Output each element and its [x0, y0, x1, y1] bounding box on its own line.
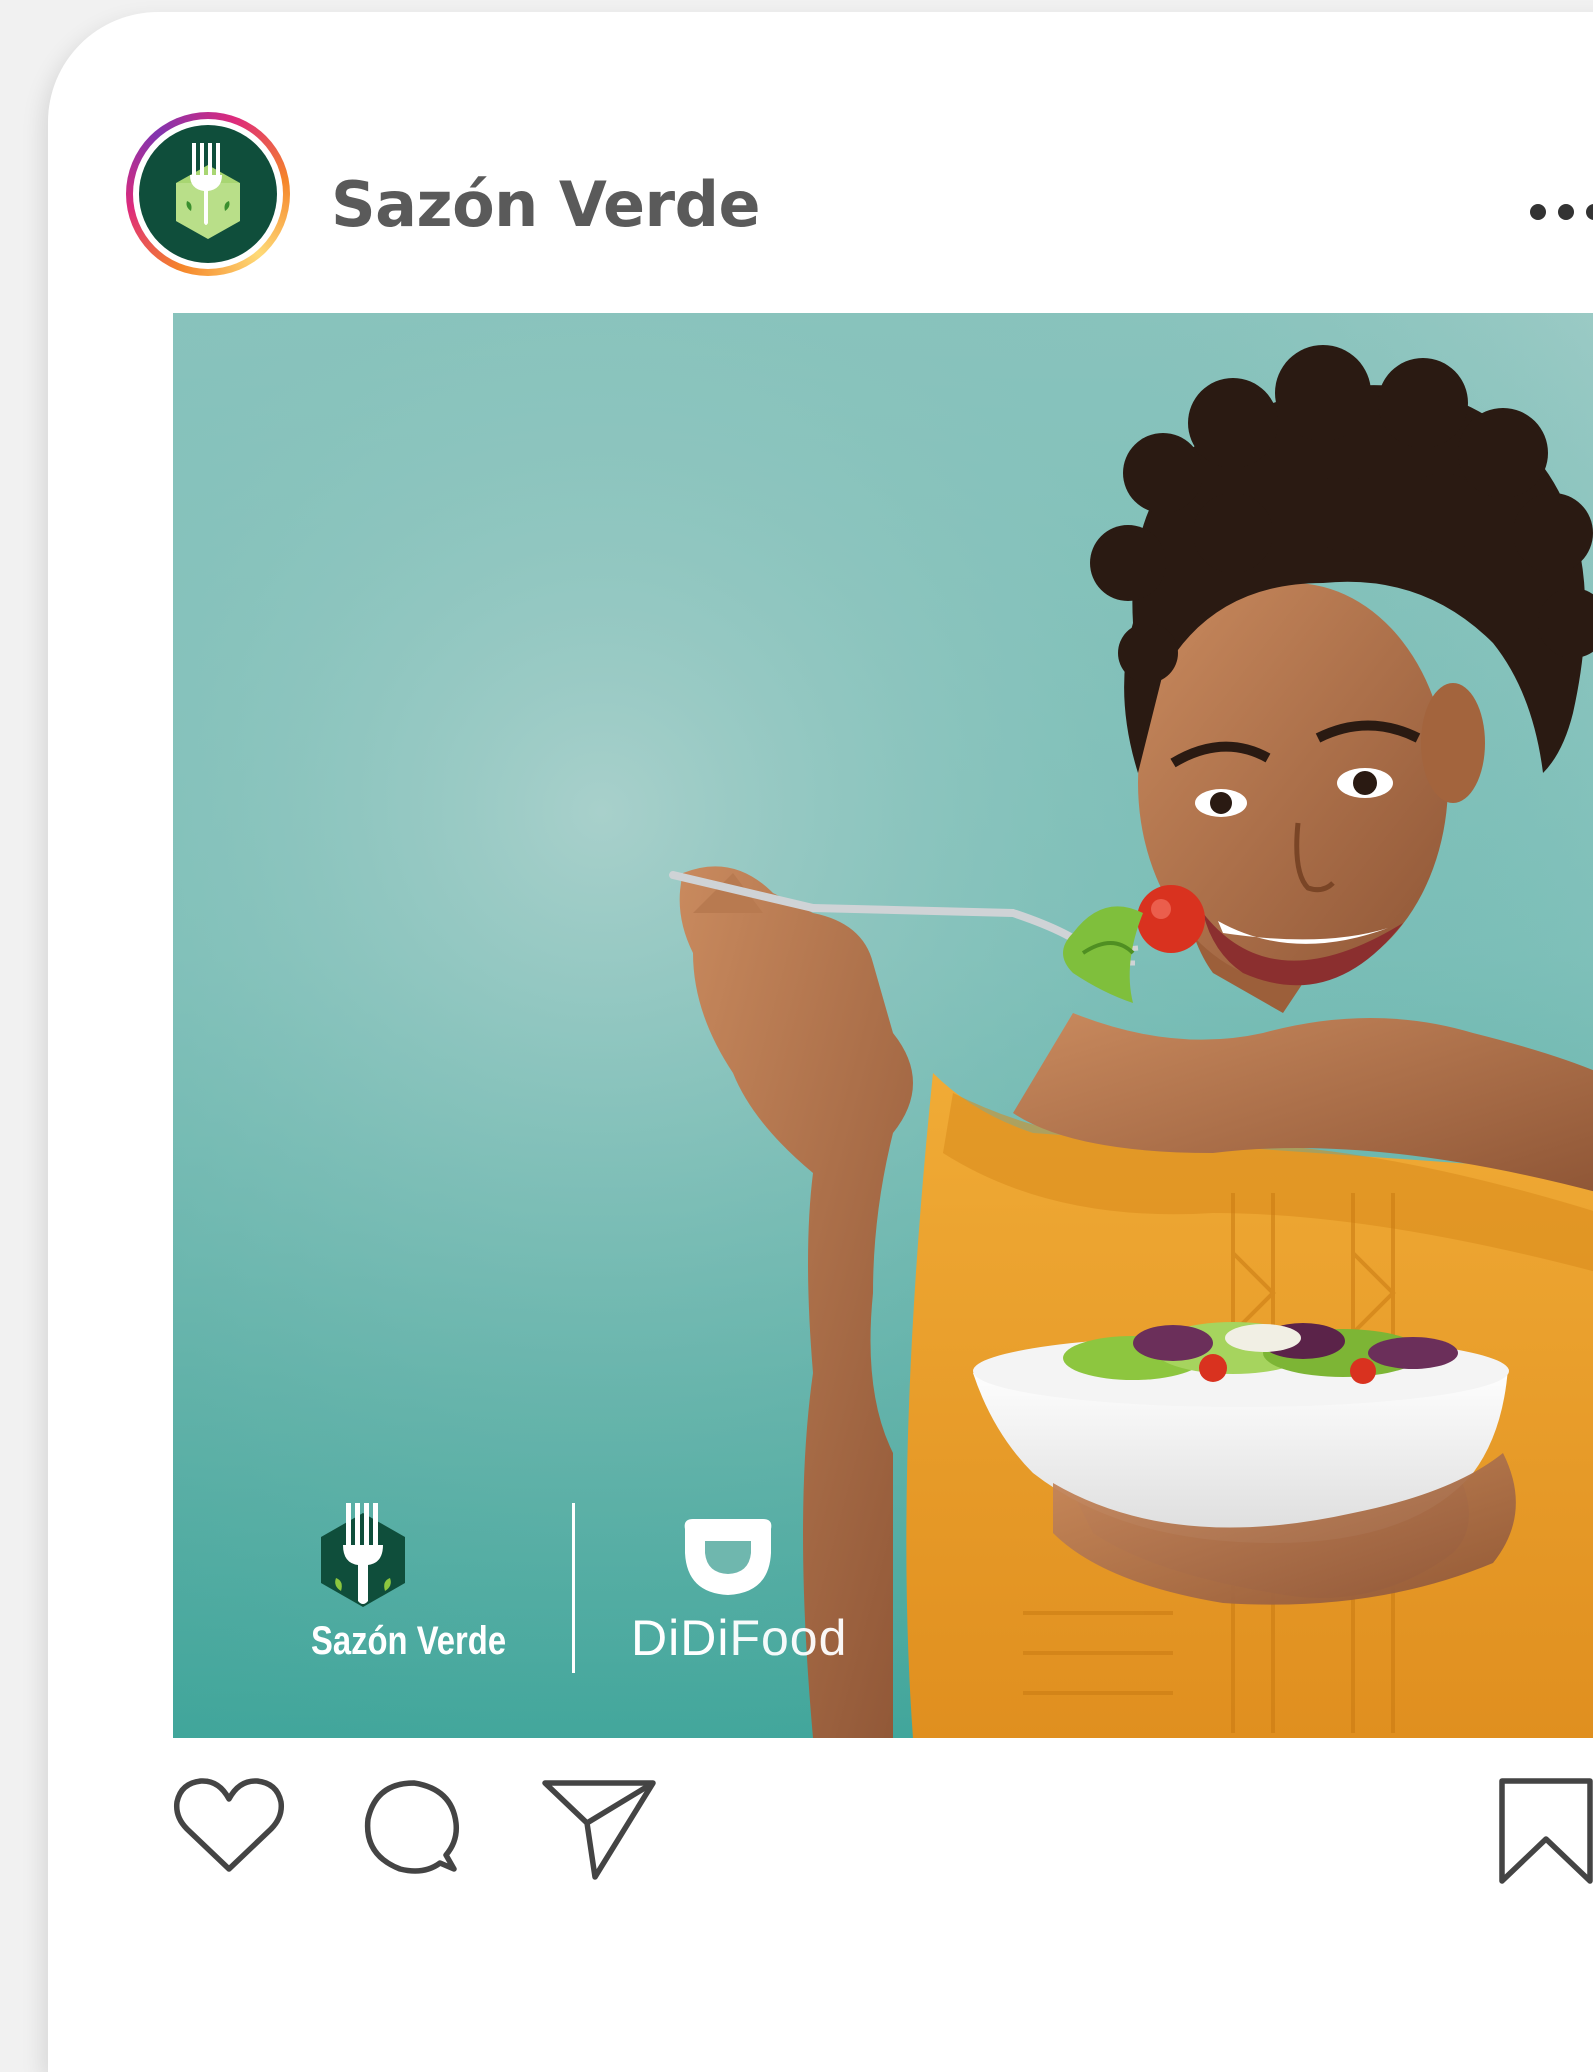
bookmark-icon	[1499, 1778, 1593, 1884]
heart-icon	[173, 1778, 285, 1872]
didi-food-bowl-icon	[684, 1519, 772, 1595]
didi-food-wordmark: DiDiFood	[631, 1609, 847, 1667]
post-header: Sazón Verde	[126, 112, 1593, 282]
like-button[interactable]	[173, 1777, 285, 1879]
more-options-button[interactable]	[1526, 200, 1593, 224]
post-photo[interactable]: Sazón Verde DiDiFood	[173, 313, 1593, 1738]
avatar	[139, 125, 277, 263]
didi-wordmark: DiDi	[631, 1610, 730, 1666]
comment-button[interactable]	[362, 1777, 462, 1881]
watermark-divider	[572, 1503, 575, 1673]
send-icon	[542, 1780, 656, 1880]
comment-icon	[364, 1780, 460, 1874]
save-button[interactable]	[1498, 1777, 1593, 1889]
story-ring[interactable]	[126, 112, 290, 276]
post-actions	[173, 1777, 1593, 1897]
food-wordmark: Food	[729, 1610, 848, 1666]
sazon-verde-wordmark: Sazón Verde	[311, 1619, 507, 1663]
brand-watermark: Sazón Verde DiDiFood	[233, 1503, 846, 1678]
post-card: Sazón Verde Sazón Verde DiDiFood	[48, 12, 1593, 2072]
more-horizontal-icon	[1530, 204, 1593, 220]
share-button[interactable]	[541, 1777, 657, 1885]
sazon-verde-logo-icon	[321, 1503, 405, 1607]
sazon-verde-logo-icon	[176, 143, 240, 239]
account-name[interactable]: Sazón Verde	[331, 174, 761, 236]
